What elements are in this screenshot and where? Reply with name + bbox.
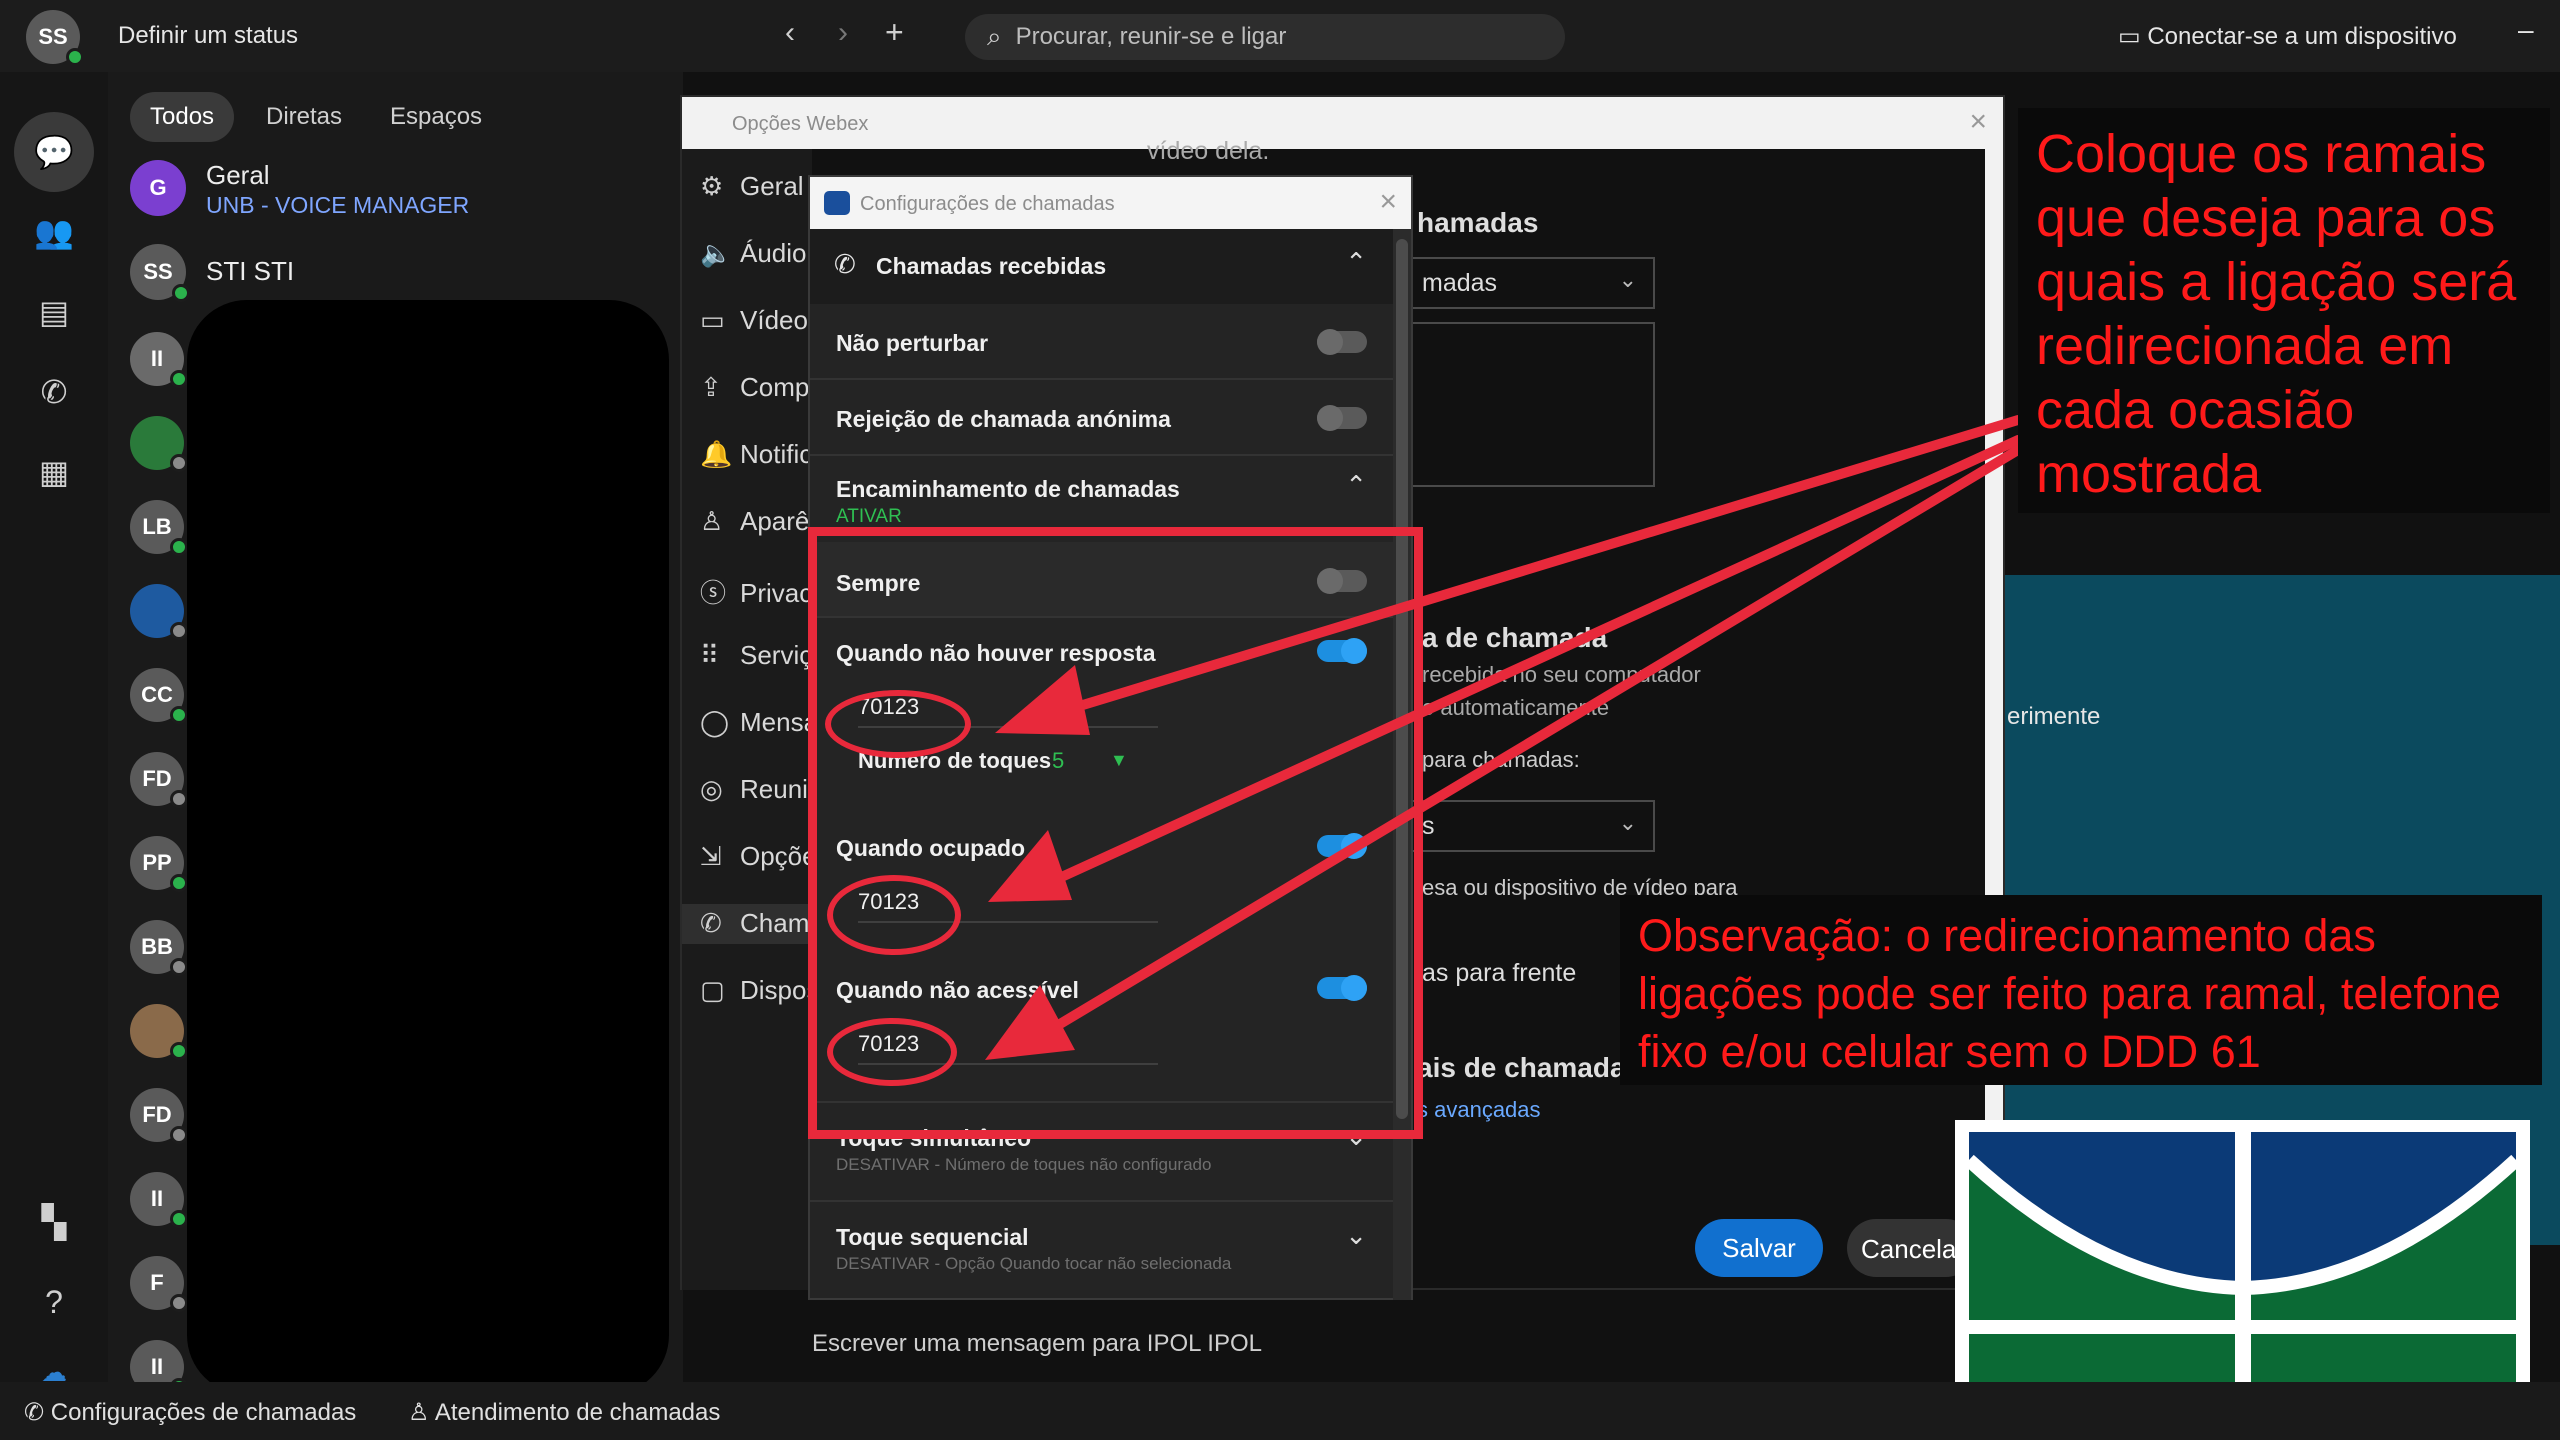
status-bar: ✆ Configurações de chamadas ♙ Atendiment… [0,1382,2560,1440]
phone-settings-icon: ✆ [24,1399,51,1426]
call-handling-link[interactable]: ♙ Atendimento de chamadas [408,1398,720,1427]
annotation-note-observation: Observação: o redirecionamento das ligaç… [1620,895,2542,1085]
unb-logo [1955,1120,2530,1420]
call-settings-link[interactable]: ✆ Configurações de chamadas [24,1398,356,1427]
annotation-note-extensions: Coloque os ramais que deseja para os qua… [2018,108,2550,513]
person-icon: ♙ [408,1399,435,1426]
unb-logo-graphic [1964,1132,2521,1408]
